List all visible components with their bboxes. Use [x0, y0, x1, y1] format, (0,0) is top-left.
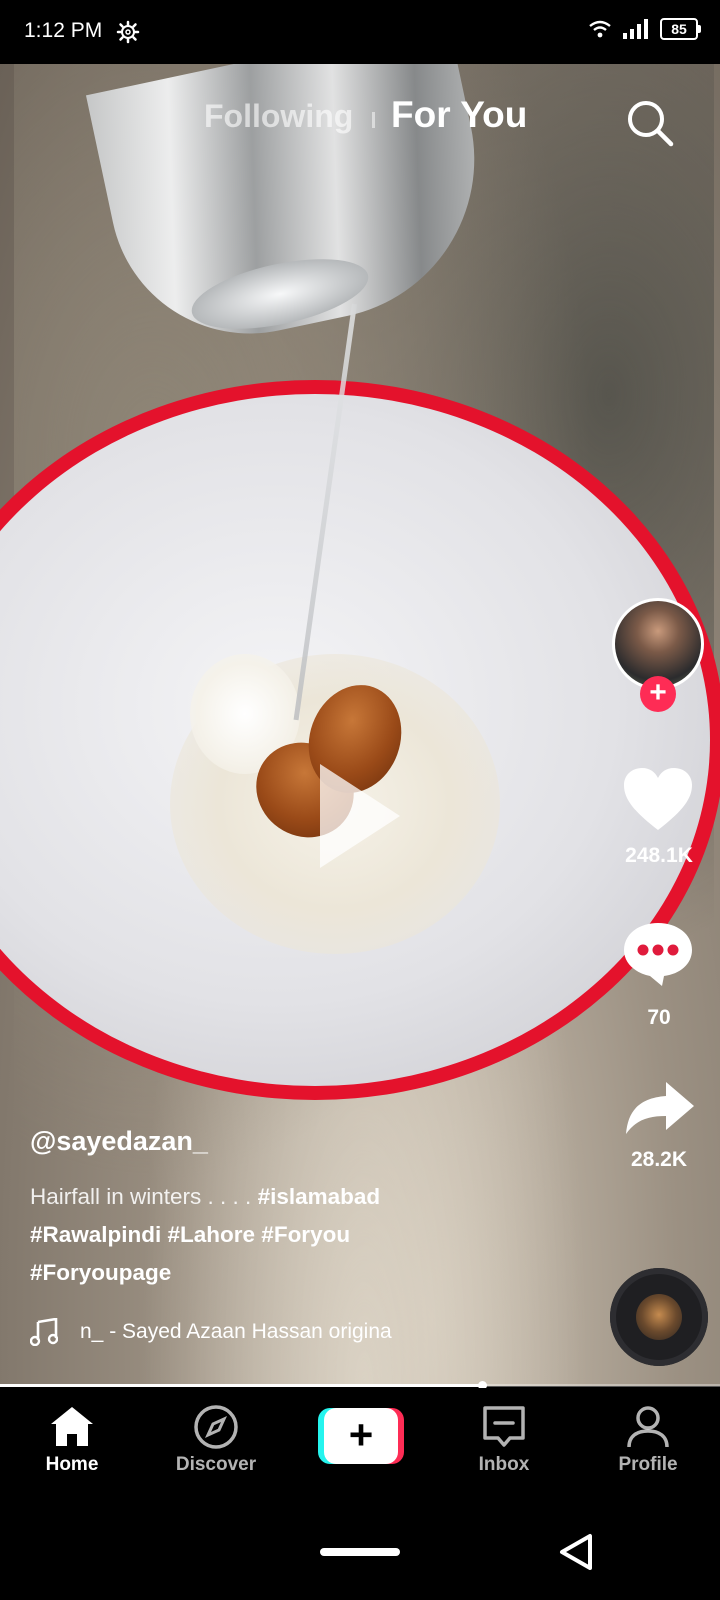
inbox-icon — [483, 1406, 525, 1447]
nav-inbox[interactable]: Inbox — [444, 1404, 564, 1476]
follow-plus-icon[interactable]: + — [640, 676, 676, 712]
nav-profile-label: Profile — [618, 1454, 678, 1475]
post-username[interactable]: @sayedazan_ — [30, 1126, 208, 1157]
like-count: 248.1K — [625, 844, 693, 867]
battery-icon: 85 — [660, 18, 701, 40]
search-icon[interactable] — [625, 98, 675, 148]
settings-gear-icon — [116, 20, 140, 44]
music-disc[interactable] — [610, 1268, 708, 1366]
profile-icon — [627, 1406, 669, 1448]
playback-progress-bar[interactable] — [0, 1381, 720, 1390]
music-note-icon — [30, 1318, 58, 1346]
status-time: 1:12 PM — [24, 19, 103, 42]
comment-icon[interactable] — [622, 920, 694, 988]
tab-for-you[interactable]: For You — [391, 94, 527, 136]
share-arrow-icon[interactable] — [624, 1080, 696, 1136]
wifi-icon — [589, 20, 611, 38]
nav-home-label: Home — [45, 1454, 99, 1475]
home-gesture-pill[interactable] — [320, 1548, 400, 1556]
status-bar: 1:12 PM 85 — [0, 0, 720, 64]
share-count: 28.2K — [630, 1148, 688, 1171]
create-button[interactable]: + — [318, 1408, 404, 1464]
progress-fill — [0, 1384, 483, 1387]
plus-icon: + — [324, 1408, 398, 1464]
post-caption[interactable]: Hairfall in winters . . . . #islamabad #… — [30, 1178, 470, 1292]
feed-tabs: Following For You — [0, 94, 720, 146]
status-icons: 85 — [588, 18, 701, 40]
bottom-nav: Home Discover + Inbox Profile — [0, 1388, 720, 1500]
signal-icon — [623, 19, 648, 39]
nav-profile[interactable]: Profile — [588, 1404, 708, 1476]
tab-following[interactable]: Following — [204, 98, 353, 135]
nav-discover-label: Discover — [175, 1454, 257, 1475]
back-icon[interactable] — [556, 1532, 596, 1572]
nav-home[interactable]: Home — [12, 1404, 132, 1476]
heart-icon[interactable] — [622, 766, 694, 832]
caption-text: Hairfall in winters . . . . — [30, 1184, 258, 1209]
music-disc-cover — [636, 1294, 682, 1340]
tab-divider — [372, 112, 375, 128]
comment-count: 70 — [647, 1006, 671, 1029]
home-icon — [51, 1407, 93, 1446]
nav-inbox-label: Inbox — [478, 1454, 530, 1475]
compass-icon — [194, 1405, 238, 1449]
play-icon[interactable] — [320, 764, 400, 868]
music-title[interactable]: n_ - Sayed Azaan Hassan original sound — [80, 1320, 392, 1344]
system-nav-bar — [0, 1500, 720, 1600]
nav-discover[interactable]: Discover — [156, 1404, 276, 1476]
